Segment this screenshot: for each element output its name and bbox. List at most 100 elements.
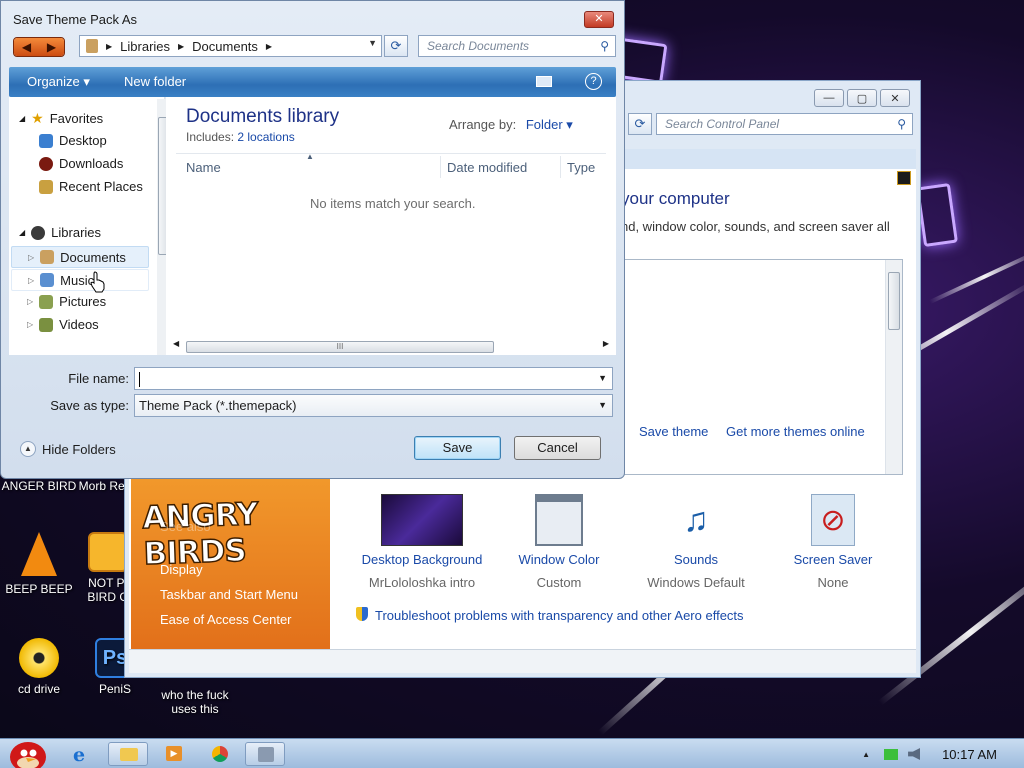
save-as-type-select[interactable]: Theme Pack (*.themepack) ▼ <box>134 394 613 417</box>
chevron-down-icon[interactable]: ▼ <box>598 373 607 383</box>
desktop-icon-beep-beep[interactable]: BEEP BEEP <box>0 532 78 596</box>
address-bar[interactable]: ▶ Libraries ▶ Documents ▶ ▼ <box>79 35 382 57</box>
horizontal-scrollbar[interactable]: ◀ III ▶ <box>171 338 611 354</box>
cancel-button[interactable]: Cancel <box>514 436 601 460</box>
column-headers: Name ▲ Date modified Type <box>176 152 606 179</box>
nav-recent-places[interactable]: Recent Places <box>39 179 143 194</box>
system-tray: ▲ 10:17 AM <box>862 739 1024 768</box>
forward-button[interactable]: ▶ <box>39 38 64 56</box>
file-name-field[interactable]: ▼ <box>134 367 613 390</box>
save-button[interactable]: Save <box>414 436 501 460</box>
desktop-background-item[interactable]: Desktop Background MrLololoshka intro <box>352 494 492 590</box>
nav-pictures[interactable]: ▷ Pictures <box>27 294 106 309</box>
nav-downloads[interactable]: Downloads <box>39 156 123 171</box>
themes-scrollbar[interactable] <box>885 260 902 474</box>
hide-folders-label: Hide Folders <box>42 441 116 457</box>
cp-search-input[interactable]: Search Control Panel ⚲ <box>656 113 913 135</box>
angry-bird-start-icon[interactable] <box>4 733 48 768</box>
column-divider[interactable] <box>440 156 441 178</box>
volume-icon[interactable] <box>908 748 921 760</box>
arrange-by-dropdown[interactable]: Folder ▾ <box>526 117 573 132</box>
nav-desktop[interactable]: Desktop <box>39 133 107 148</box>
themes-list[interactable] <box>621 259 903 475</box>
desktop-background-thumbnail <box>381 494 463 546</box>
column-name[interactable]: Name <box>186 160 221 175</box>
favorites-node[interactable]: ◢ ★ Favorites <box>19 110 103 127</box>
cp-description: nd, window color, sounds, and screen sav… <box>621 219 890 234</box>
documents-icon <box>40 250 55 264</box>
new-folder-button[interactable]: New folder <box>124 74 186 89</box>
desktop-icon-who-uses-this[interactable]: who the fuck uses this <box>154 688 236 716</box>
chevron-down-icon[interactable]: ▼ <box>598 400 607 410</box>
search-placeholder: Search Control Panel <box>665 117 780 131</box>
nav-buttons: ◀ ▶ <box>13 37 65 57</box>
dialog-toolbar: Organize ▾ New folder ? <box>9 67 616 97</box>
refresh-icon[interactable]: ⟳ <box>628 113 652 135</box>
media-play-icon: ▶ <box>166 746 182 761</box>
nav-documents[interactable]: ▷ Documents <box>11 246 149 268</box>
back-button[interactable]: ◀ <box>14 38 39 56</box>
see-also-label: See also <box>160 519 211 534</box>
hide-folders-button[interactable]: ▲ Hide Folders <box>20 441 116 457</box>
cp-status-bar <box>129 649 916 673</box>
breadcrumb-libraries[interactable]: Libraries <box>120 39 170 54</box>
search-input[interactable]: Search Documents ⚲ <box>418 35 616 57</box>
desktop-icon-cd-drive[interactable]: cd drive <box>0 638 78 696</box>
downloads-icon <box>39 156 53 171</box>
refresh-icon[interactable]: ⟳ <box>384 35 408 57</box>
scroll-thumb[interactable] <box>888 272 900 330</box>
chevron-down-icon[interactable]: ▼ <box>368 38 377 48</box>
dialog-title: Save Theme Pack As <box>13 12 138 27</box>
collapse-arrow-icon: ◢ <box>19 114 26 123</box>
breadcrumb-separator: ▶ <box>178 41 185 51</box>
network-icon[interactable] <box>884 748 899 760</box>
nav-videos[interactable]: ▷ Videos <box>27 317 99 332</box>
close-button[interactable]: ✕ <box>584 11 614 28</box>
maximize-button[interactable]: ▢ <box>847 89 877 107</box>
media-player-taskbar-icon[interactable]: ▶ <box>154 742 194 766</box>
scroll-left-arrow[interactable]: ◀ <box>173 339 179 348</box>
view-options-icon[interactable] <box>536 76 552 87</box>
locations-link[interactable]: 2 locations <box>237 130 294 144</box>
breadcrumb-documents[interactable]: Documents <box>192 39 258 54</box>
show-hidden-icons-arrow[interactable]: ▲ <box>862 750 870 759</box>
clock[interactable]: 10:17 AM <box>942 747 997 762</box>
window-color-item[interactable]: Window Color Custom <box>489 494 629 590</box>
music-icon <box>40 273 55 287</box>
nav-label: Videos <box>59 317 99 332</box>
minimize-button[interactable]: — <box>814 89 844 107</box>
taskbar-start-menu-link[interactable]: Taskbar and Start Menu <box>160 587 298 602</box>
help-icon[interactable] <box>897 171 911 185</box>
help-icon[interactable]: ? <box>585 73 602 90</box>
close-button[interactable]: ✕ <box>880 89 910 107</box>
sounds-item[interactable]: ♫ Sounds Windows Default <box>626 494 766 590</box>
internet-explorer-taskbar-icon[interactable]: e <box>62 742 102 766</box>
get-more-themes-link[interactable]: Get more themes online <box>726 424 865 439</box>
column-divider[interactable] <box>560 156 561 178</box>
item-label: Window Color <box>518 552 600 567</box>
screen-saver-item[interactable]: ⊘ Screen Saver None <box>763 494 903 590</box>
scroll-right-arrow[interactable]: ▶ <box>603 339 609 348</box>
nav-music[interactable]: ▷ Music <box>11 269 149 291</box>
ease-of-access-link[interactable]: Ease of Access Center <box>160 612 292 627</box>
explorer-taskbar-icon[interactable] <box>108 742 148 766</box>
organize-button[interactable]: Organize ▾ <box>27 74 90 90</box>
display-link[interactable]: Display <box>160 562 203 577</box>
libraries-icon <box>31 225 46 240</box>
navigation-pane: ◢ ★ Favorites Desktop Downloads Recent P… <box>9 97 171 355</box>
troubleshoot-link[interactable]: Troubleshoot problems with transparency … <box>375 608 744 623</box>
save-theme-link[interactable]: Save theme <box>639 424 708 439</box>
personalization-taskbar-icon[interactable] <box>245 742 285 766</box>
scroll-thumb[interactable]: III <box>186 341 494 353</box>
column-date-modified[interactable]: Date modified <box>447 160 527 175</box>
chrome-taskbar-icon[interactable] <box>200 742 240 766</box>
expand-arrow-icon: ▷ <box>27 320 34 329</box>
star-icon: ★ <box>31 110 44 126</box>
column-type[interactable]: Type <box>567 160 595 175</box>
taskbar: e ▶ ▲ 10:17 AM <box>0 738 1024 768</box>
nav-label: Desktop <box>59 133 107 148</box>
libraries-node[interactable]: ◢ Libraries <box>19 225 101 240</box>
desktop-icon <box>39 133 53 148</box>
desktop-icon-anger-bird[interactable]: ANGER BIRD <box>0 479 78 493</box>
item-sub: Custom <box>536 575 582 590</box>
